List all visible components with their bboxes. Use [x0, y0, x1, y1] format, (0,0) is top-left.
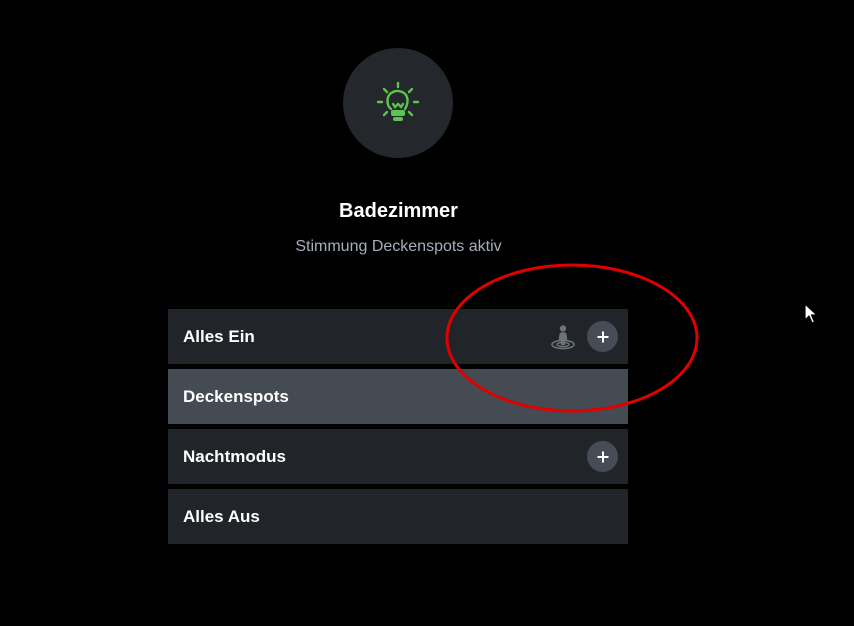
scene-row-nachtmodus[interactable]: Nachtmodus [168, 429, 628, 484]
scene-label: Alles Ein [183, 326, 255, 346]
scene-label: Deckenspots [183, 386, 289, 406]
room-status-text: Stimmung Deckenspots aktiv [295, 238, 502, 255]
add-button[interactable] [587, 321, 618, 352]
row-actions [549, 309, 618, 364]
room-icon-circle [343, 48, 453, 158]
row-actions [587, 429, 618, 484]
room-scene-page: Badezimmer Stimmung Deckenspots aktiv Al… [0, 0, 854, 626]
presence-icon[interactable] [549, 323, 577, 351]
plus-icon [597, 331, 608, 342]
room-title: Badezimmer [339, 200, 458, 222]
scene-label: Nachtmodus [183, 446, 286, 466]
plus-icon [597, 451, 608, 462]
lightbulb-icon [376, 81, 420, 121]
scene-row-deckenspots[interactable]: Deckenspots [168, 369, 628, 424]
scene-list: Alles Ein Deckenspots Nachtmodus Alles A… [168, 309, 628, 549]
scene-label: Alles Aus [183, 506, 260, 526]
mouse-cursor-icon [804, 303, 818, 324]
scene-row-alles-aus[interactable]: Alles Aus [168, 489, 628, 544]
add-button[interactable] [587, 441, 618, 472]
scene-row-alles-ein[interactable]: Alles Ein [168, 309, 628, 364]
